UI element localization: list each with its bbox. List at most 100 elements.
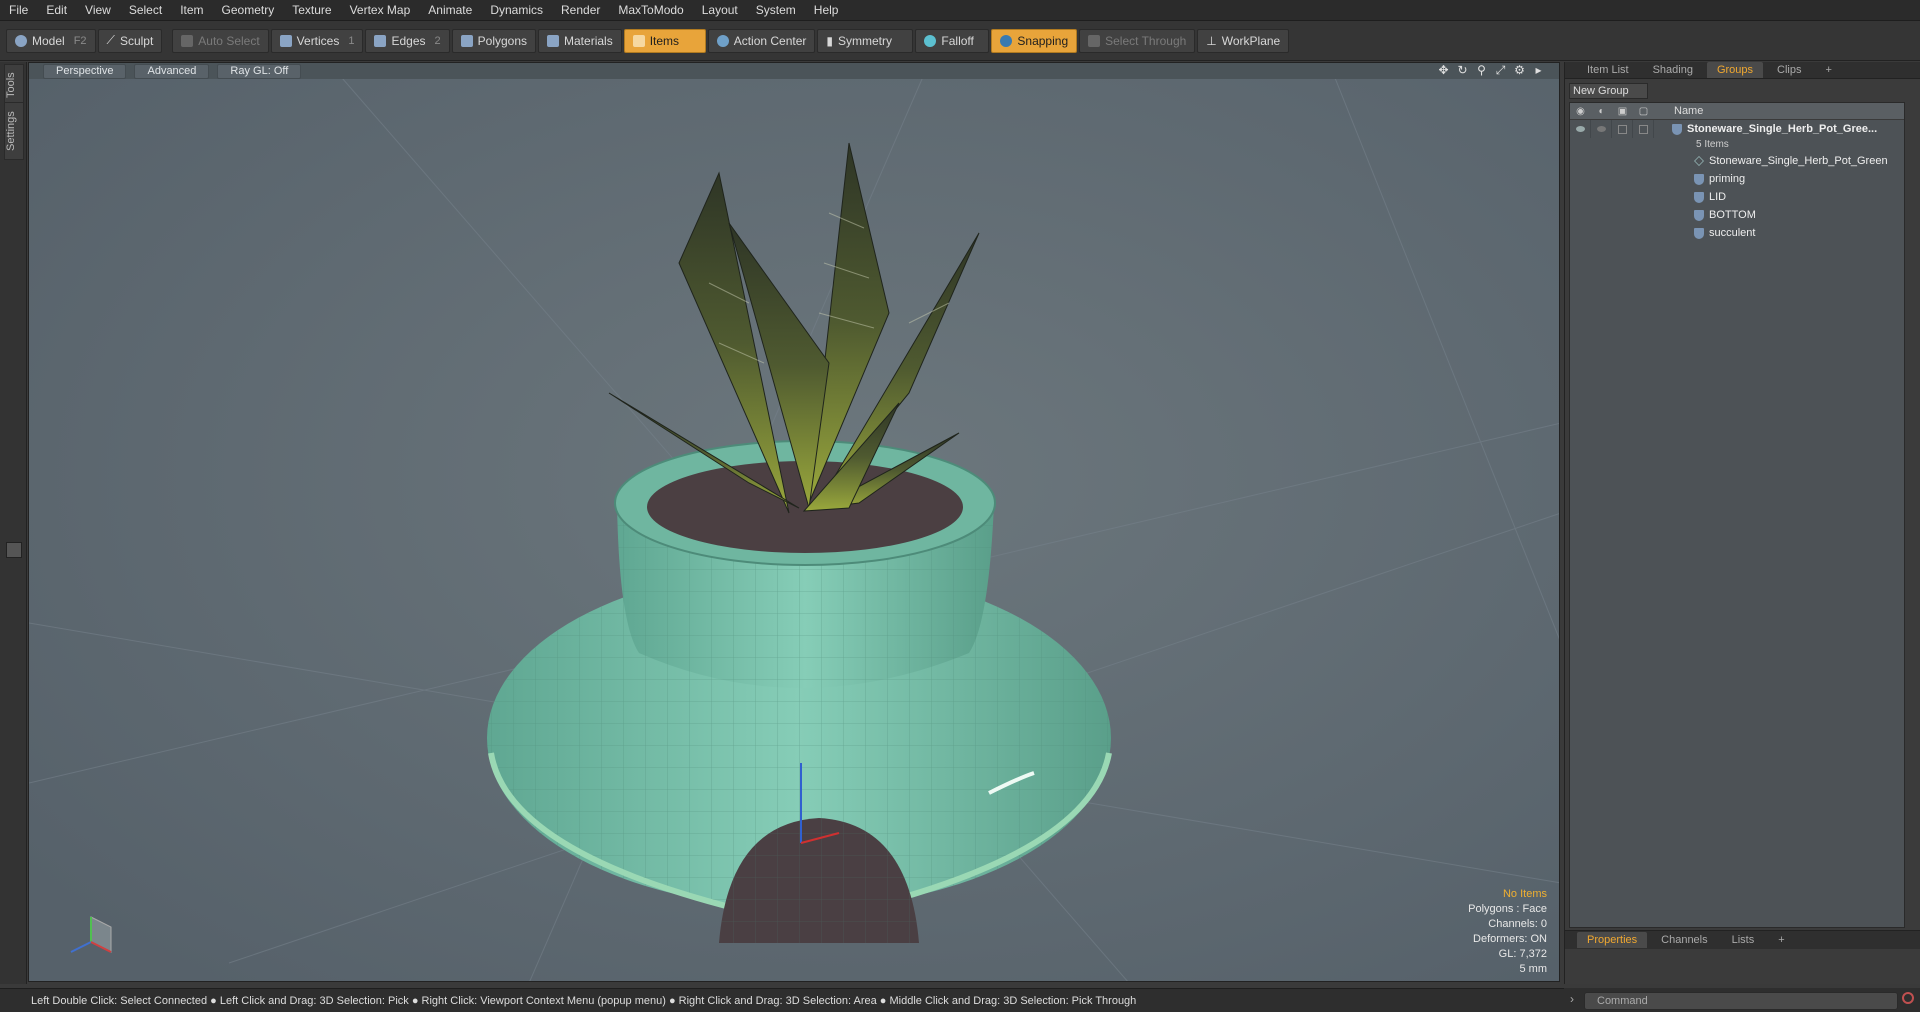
tree-child-row[interactable]: priming: [1570, 170, 1904, 188]
menu-view[interactable]: View: [76, 0, 120, 20]
tab-clips[interactable]: Clips: [1767, 62, 1811, 78]
model-icon: [15, 34, 27, 47]
polygons-icon: [460, 34, 473, 47]
new-group-button[interactable]: New Group: [1569, 83, 1648, 99]
panel-tabs: Item List Shading Groups Clips +: [1565, 62, 1920, 79]
action-center-label: Action Center: [733, 33, 807, 48]
vertices-button[interactable]: Vertices 1: [270, 28, 364, 53]
materials-button[interactable]: Materials: [538, 28, 622, 53]
pan-icon[interactable]: ✥: [1437, 64, 1450, 77]
tab-lists[interactable]: Lists: [1722, 932, 1765, 948]
child-label: priming: [1709, 173, 1746, 185]
tab-item-list[interactable]: Item List: [1577, 62, 1639, 78]
menu-layout[interactable]: Layout: [693, 0, 747, 20]
arrow-right-icon[interactable]: ▸: [1532, 64, 1545, 77]
tab-shading[interactable]: Shading: [1643, 62, 1703, 78]
lock-col-icon[interactable]: ▣: [1612, 106, 1633, 117]
sculpt-label: Sculpt: [119, 33, 154, 48]
gear-icon[interactable]: ⚙: [1513, 64, 1526, 77]
polygons-button[interactable]: Polygons: [451, 28, 537, 53]
materials-label: Materials: [564, 33, 613, 48]
select-through-button[interactable]: Select Through: [1079, 28, 1196, 53]
sculpt-icon: ⟋: [106, 33, 115, 47]
settings-tab[interactable]: Settings: [4, 102, 24, 160]
child-label: LID: [1709, 191, 1727, 203]
perspective-dropdown[interactable]: Perspective: [43, 63, 127, 79]
menu-maxtomodo[interactable]: MaxToModo: [609, 0, 692, 20]
workplane-icon: ⊥: [1206, 33, 1217, 48]
falloff-icon: [924, 34, 937, 47]
advanced-dropdown[interactable]: Advanced: [134, 63, 210, 79]
shield-icon: [1694, 191, 1704, 203]
symmetry-icon: ▮: [826, 33, 834, 48]
select-col-icon[interactable]: ▢: [1633, 106, 1654, 117]
menu-vertex-map[interactable]: Vertex Map: [341, 0, 420, 20]
visibility-icon[interactable]: [1575, 126, 1585, 132]
materials-icon: [547, 34, 560, 47]
menu-system[interactable]: System: [747, 0, 805, 20]
maximize-icon[interactable]: ⤢: [1494, 64, 1507, 77]
menu-render[interactable]: Render: [552, 0, 609, 20]
tree-child-row[interactable]: succulent: [1570, 224, 1904, 242]
auto-select-label: Auto Select: [198, 33, 260, 48]
tree-child-row[interactable]: LID: [1570, 188, 1904, 206]
sculpt-button[interactable]: ⟋ Sculpt: [97, 28, 163, 53]
falloff-button[interactable]: Falloff: [915, 28, 990, 53]
auto-select-button[interactable]: Auto Select: [172, 28, 269, 53]
menu-dynamics[interactable]: Dynamics: [481, 0, 552, 20]
render-icon[interactable]: [1596, 126, 1606, 132]
group-root-row[interactable]: Stoneware_Single_Herb_Pot_Gree...: [1570, 120, 1904, 138]
tools-tab[interactable]: Tools: [4, 64, 24, 106]
menu-geometry[interactable]: Geometry: [213, 0, 284, 20]
menu-item[interactable]: Item: [171, 0, 212, 20]
items-button[interactable]: Items: [623, 28, 706, 53]
tab-properties[interactable]: Properties: [1577, 932, 1648, 948]
chevron-right-icon: ›: [1570, 992, 1574, 1006]
visibility-col-icon[interactable]: ◉: [1570, 106, 1591, 117]
menu-edit[interactable]: Edit: [37, 0, 76, 20]
render-col-icon[interactable]: ◐: [1591, 106, 1612, 117]
edges-label: Edges: [391, 33, 426, 48]
action-center-button[interactable]: Action Center: [707, 28, 816, 53]
workplane-button[interactable]: ⊥ WorkPlane: [1197, 28, 1290, 53]
tab-channels[interactable]: Channels: [1651, 932, 1717, 948]
lock-checkbox[interactable]: [1617, 124, 1627, 134]
child-label: succulent: [1709, 227, 1756, 239]
raygl-dropdown[interactable]: Ray GL: Off: [217, 63, 302, 79]
menu-file[interactable]: File: [0, 0, 37, 20]
edges-icon: [374, 34, 387, 47]
select-through-icon: [1088, 34, 1101, 47]
child-label: BOTTOM: [1709, 209, 1756, 221]
menu-texture[interactable]: Texture: [283, 0, 340, 20]
menu-select[interactable]: Select: [120, 0, 171, 20]
menu-animate[interactable]: Animate: [419, 0, 481, 20]
child-label: Stoneware_Single_Herb_Pot_Green: [1709, 155, 1888, 167]
model-button[interactable]: Model F2: [6, 28, 96, 53]
groups-panel: Item List Shading Groups Clips + New Gro…: [1564, 62, 1920, 984]
menu-help[interactable]: Help: [805, 0, 848, 20]
falloff-label: Falloff: [941, 33, 974, 48]
symmetry-button[interactable]: ▮ Symmetry: [817, 28, 914, 53]
items-label: Items: [649, 33, 680, 48]
command-bar: › Command: [1564, 988, 1920, 1012]
mesh-icon: [1694, 156, 1704, 166]
snapping-button[interactable]: Snapping: [991, 28, 1078, 53]
status-bar: Left Double Click: Select Connected ● Le…: [0, 988, 1564, 1012]
tab-add-bottom[interactable]: +: [1768, 932, 1794, 948]
edges-button[interactable]: Edges 2: [365, 28, 450, 53]
tree-child-row[interactable]: BOTTOM: [1570, 206, 1904, 224]
tree-child-row[interactable]: Stoneware_Single_Herb_Pot_Green: [1570, 152, 1904, 170]
collapse-handle[interactable]: [6, 542, 22, 558]
select-checkbox[interactable]: [1638, 124, 1648, 134]
zoom-icon[interactable]: ⚲: [1475, 64, 1488, 77]
model-key: F2: [73, 34, 87, 47]
vertices-label: Vertices: [296, 33, 340, 48]
tab-add[interactable]: +: [1815, 62, 1841, 78]
record-icon[interactable]: [1902, 992, 1914, 1004]
rotate-icon[interactable]: ↻: [1456, 64, 1469, 77]
command-input[interactable]: Command: [1584, 992, 1898, 1010]
vertices-key: 1: [348, 34, 355, 47]
3d-viewport[interactable]: Perspective Advanced Ray GL: Off ✥ ↻ ⚲ ⤢…: [28, 62, 1560, 982]
tab-groups[interactable]: Groups: [1706, 62, 1764, 78]
workplane-label: WorkPlane: [1221, 33, 1281, 48]
